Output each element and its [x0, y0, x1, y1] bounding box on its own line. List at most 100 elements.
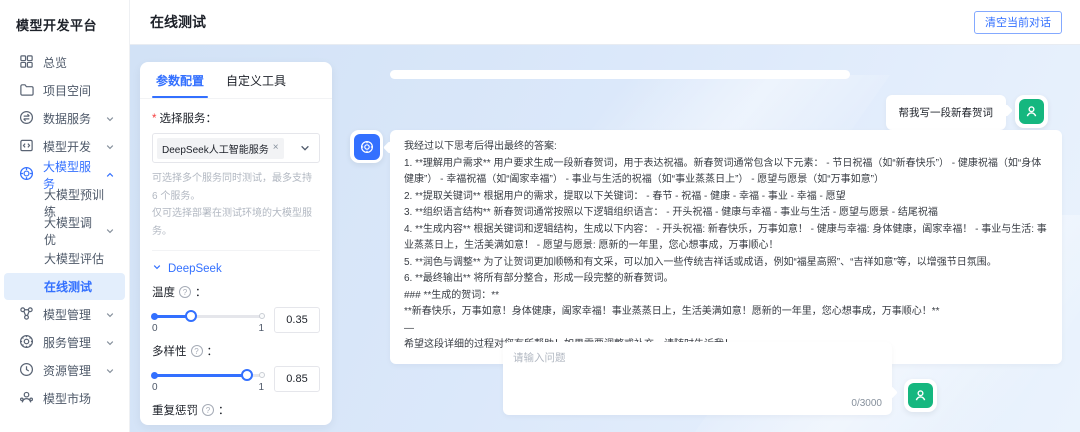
tag-close-icon[interactable]: ×: [273, 143, 279, 153]
app-title: 模型开发平台: [0, 0, 129, 48]
temperature-label: 温度 ? ：: [152, 284, 320, 300]
resource-icon: [19, 362, 34, 380]
chat-input-row: 0/3000: [503, 342, 937, 415]
char-counter: 0/3000: [851, 398, 882, 409]
send-user-avatar[interactable]: [904, 379, 937, 412]
sidebar-item-tuning[interactable]: 大模型调优: [4, 217, 125, 244]
ai-avatar: [350, 130, 383, 163]
chat-input-bubble: 0/3000: [503, 342, 892, 415]
ai-message-paragraph: **新春快乐，万事如意！身体健康，阖家幸福！事业蒸蒸日上，生活美满如意！愿新的一…: [404, 304, 1048, 321]
folder-icon: [19, 82, 34, 100]
sidebar-item-service-manage[interactable]: 服务管理: [4, 329, 125, 356]
code-icon: [19, 138, 34, 156]
ai-message-row: 我经过以下思考后得出最终的答案: 1. **理解用户需求** 用户要求生成一段新…: [350, 130, 1062, 364]
chevron-down-icon: [105, 114, 115, 124]
ai-message-paragraph: 4. **生成内容** 根据关键词和逻辑结构，生成以下内容： - 开头祝福: 新…: [404, 222, 1048, 255]
chevron-up-icon: [105, 170, 115, 180]
chevron-down-icon: [105, 310, 115, 320]
ai-message-paragraph: ### **生成的贺词：**: [404, 288, 1048, 305]
ai-message-bubble: 我经过以下思考后得出最终的答案: 1. **理解用户需求** 用户要求生成一段新…: [390, 130, 1062, 364]
ai-message-paragraph: 6. **最终输出** 将所有部分整合，形成一段完整的新春贺词。: [404, 271, 1048, 288]
slider-range-labels: 01: [152, 323, 264, 334]
config-body: *选择服务： DeepSeek人工智能服务 × 可选择多个服务同时测试，最多支持…: [140, 99, 332, 425]
sidebar-item-label: 数据服务: [43, 110, 91, 127]
service-helper-text: 可选择多个服务同时测试，最多支持 6 个服务。 仅可选择部署在测试环境的大模型服…: [152, 170, 320, 240]
sidebar-nav: 总览 项目空间 数据服务 模型开发 大模型服务: [0, 48, 129, 413]
slider-start-dot: [151, 372, 158, 379]
sidebar-item-online-test[interactable]: 在线测试: [4, 273, 125, 300]
ai-message-paragraph: 5. **润色与调整** 为了让贺词更加顺畅和有文采，可以加入一些传统吉祥话或成…: [404, 255, 1048, 272]
repetition-penalty-label: 重复惩罚 ? ：: [152, 402, 320, 418]
chevron-down-icon: [299, 142, 311, 154]
question-input[interactable]: [513, 350, 882, 393]
user-message-row: 帮我写一段新春贺词: [886, 95, 1049, 130]
help-icon: ?: [191, 345, 203, 357]
user-avatar-icon: [1019, 99, 1044, 124]
deepseek-section-toggle[interactable]: DeepSeek: [152, 262, 320, 275]
sidebar-item-label: 服务管理: [43, 334, 91, 351]
service-select[interactable]: DeepSeek人工智能服务 ×: [152, 133, 320, 163]
diversity-input[interactable]: 0.85: [274, 366, 320, 392]
bot-icon: [354, 134, 380, 160]
slider-range-labels: 01: [152, 382, 264, 393]
sidebar-item-resource-manage[interactable]: 资源管理: [4, 357, 125, 384]
nodes-icon: [19, 306, 34, 324]
grid-icon: [19, 54, 34, 72]
sidebar: 模型开发平台 总览 项目空间 数据服务 模型开发: [0, 0, 130, 432]
sidebar-item-pretrain[interactable]: 大模型预训练: [4, 189, 125, 216]
sidebar-item-model-market[interactable]: 模型市场: [4, 385, 125, 412]
temperature-input[interactable]: 0.35: [274, 307, 320, 333]
sidebar-item-label: 总览: [43, 54, 67, 71]
user-avatar: [1015, 95, 1048, 128]
gear-icon: [19, 334, 34, 352]
temperature-slider[interactable]: [152, 310, 264, 322]
page-title: 在线测试: [150, 12, 206, 32]
slider-thumb[interactable]: [241, 369, 253, 381]
slider-start-dot: [151, 313, 158, 320]
sidebar-item-label: 项目空间: [43, 82, 91, 99]
llm-service-icon: [19, 166, 34, 184]
ai-message-paragraph: 2. **提取关键词** 根据用户的需求，提取以下关键词： - 春节 - 祝福 …: [404, 189, 1048, 206]
sidebar-item-llm-services[interactable]: 大模型服务: [4, 161, 125, 188]
temperature-row: 01 0.35: [152, 307, 320, 334]
sidebar-item-label: 大模型调优: [44, 214, 96, 248]
ai-message-paragraph: 我经过以下思考后得出最终的答案:: [404, 139, 1048, 156]
user-avatar-icon: [908, 383, 933, 408]
sidebar-item-label: 模型开发: [43, 138, 91, 155]
service-tag: DeepSeek人工智能服务 ×: [157, 138, 284, 159]
tab-custom-tools[interactable]: 自定义工具: [226, 62, 286, 98]
diversity-label: 多样性 ? ：: [152, 343, 320, 359]
chevron-down-icon: [105, 366, 115, 376]
sidebar-item-data-services[interactable]: 数据服务: [4, 105, 125, 132]
previous-message-partial: [390, 70, 850, 79]
config-tabs: 参数配置 自定义工具: [140, 62, 332, 99]
user-message-bubble: 帮我写一段新春贺词: [886, 95, 1007, 130]
sidebar-item-model-manage[interactable]: 模型管理: [4, 301, 125, 328]
page-header: 在线测试 清空当前对话: [130, 0, 1080, 45]
sidebar-item-model-dev[interactable]: 模型开发: [4, 133, 125, 160]
help-icon: ?: [202, 404, 214, 416]
content-area: 参数配置 自定义工具 *选择服务： DeepSeek人工智能服务 ×: [130, 45, 1080, 432]
slider-end-dot: [259, 372, 265, 378]
sidebar-item-label: 资源管理: [43, 362, 91, 379]
sidebar-item-label: 大模型评估: [44, 250, 104, 267]
sidebar-item-evaluation[interactable]: 大模型评估: [4, 245, 125, 272]
sidebar-item-label: 模型管理: [43, 306, 91, 323]
tab-parameter-config[interactable]: 参数配置: [156, 62, 204, 98]
chevron-down-icon: [105, 226, 115, 236]
chevron-down-icon: [105, 142, 115, 152]
sidebar-item-label: 在线测试: [44, 278, 92, 295]
sidebar-item-project-space[interactable]: 项目空间: [4, 77, 125, 104]
sidebar-item-overview[interactable]: 总览: [4, 49, 125, 76]
slider-thumb[interactable]: [185, 310, 197, 322]
data-transfer-icon: [19, 110, 34, 128]
diversity-slider[interactable]: [152, 369, 264, 381]
ai-message-paragraph: 1. **理解用户需求** 用户要求生成一段新春贺词，用于表达祝福。新春贺词通常…: [404, 156, 1048, 189]
market-icon: [19, 390, 34, 408]
select-service-label: *选择服务：: [152, 110, 320, 126]
app-root: 模型开发平台 总览 项目空间 数据服务 模型开发: [0, 0, 1080, 432]
ai-message-paragraph: —: [404, 321, 1048, 338]
diversity-row: 01 0.85: [152, 366, 320, 393]
clear-conversation-button[interactable]: 清空当前对话: [974, 11, 1062, 34]
chevron-down-icon: [152, 262, 162, 275]
